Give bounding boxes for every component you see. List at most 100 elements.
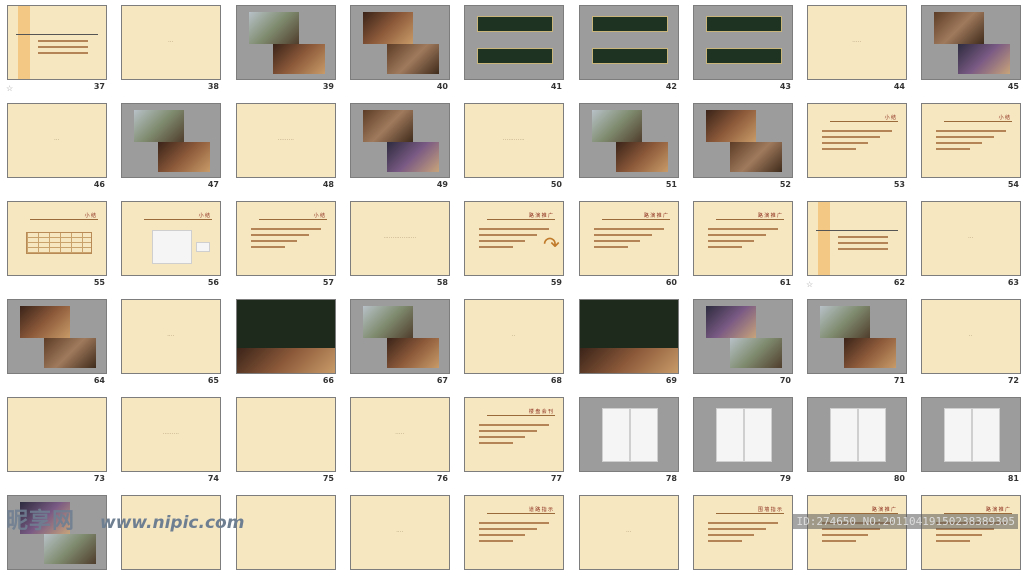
- slide-photo: [134, 110, 184, 142]
- slide-thumbnail[interactable]: [693, 299, 793, 374]
- transition-star-icon: ☆: [6, 84, 14, 93]
- slide-caption: 小 结: [998, 115, 1010, 121]
- slide-thumbnail[interactable]: 路 演 推 广 ↷: [464, 201, 564, 276]
- slide-thumbnail[interactable]: 路 演 推 广: [807, 495, 907, 570]
- slide-thumbnail[interactable]: [7, 299, 107, 374]
- slide-text-lines: [479, 228, 549, 252]
- slide-thumbnail[interactable]: ············: [464, 103, 564, 178]
- watermark-logo: 昵享网: [6, 509, 76, 534]
- slide-caption: 小 结: [84, 213, 96, 219]
- slide-thumbnail[interactable]: [350, 103, 450, 178]
- slide-thumbnail[interactable]: [693, 5, 793, 80]
- slide-thumbnail[interactable]: ···: [579, 495, 679, 570]
- slide-number: 50: [550, 180, 562, 189]
- slide-cell: 小 结 53: [800, 98, 914, 195]
- slide-book-page-right: [630, 408, 658, 462]
- slide-thumbnail[interactable]: [236, 299, 336, 374]
- slide-photo: [958, 44, 1010, 74]
- slide-thumbnail[interactable]: [921, 397, 1021, 472]
- slide-book-page-left: [830, 408, 858, 462]
- slide-thumbnail[interactable]: ···: [121, 5, 221, 80]
- slide-thumbnail[interactable]: [236, 495, 336, 570]
- slide-thumbnail[interactable]: ··················: [350, 201, 450, 276]
- slide-mini-title: ···: [54, 137, 60, 142]
- slide-timeline-band: [818, 202, 830, 275]
- slide-number: 37: [93, 82, 105, 91]
- slide-thumbnail[interactable]: [693, 103, 793, 178]
- slide-cell: 78: [572, 392, 686, 489]
- slide-mini-title: ···: [968, 235, 974, 240]
- slide-mini-title: ··: [969, 333, 973, 338]
- slide-thumbnail[interactable]: [121, 103, 221, 178]
- slide-number: 79: [779, 474, 791, 483]
- slide-number: 76: [436, 474, 448, 483]
- slide-thumbnail[interactable]: 小 结: [121, 201, 221, 276]
- slide-thumbnail[interactable]: [807, 201, 907, 276]
- slide-cell: 路 演 推 广 60: [572, 196, 686, 293]
- slide-book-page-right: [744, 408, 772, 462]
- slide-thumbnail[interactable]: ····: [121, 299, 221, 374]
- slide-thumbnail[interactable]: ·····: [350, 397, 450, 472]
- slide-cell: 45: [914, 0, 1024, 97]
- slide-thumbnail[interactable]: ····: [350, 495, 450, 570]
- slide-thumbnail[interactable]: 小 结: [921, 103, 1021, 178]
- slide-cell: 道 路 指 示: [457, 490, 571, 587]
- slide-banner-bottom: [706, 48, 782, 64]
- slide-thumbnail[interactable]: 路 演 推 广: [921, 495, 1021, 570]
- slide-caption: 围 墙 指 示: [757, 507, 782, 513]
- slide-thumbnail[interactable]: 小 结: [236, 201, 336, 276]
- slide-thumbnail[interactable]: 围 墙 指 示: [693, 495, 793, 570]
- slide-thumbnail[interactable]: [464, 5, 564, 80]
- slide-caption: 小 结: [198, 213, 210, 219]
- slide-mini-title: ·····: [395, 431, 405, 436]
- slide-cell: 64: [0, 294, 114, 391]
- slide-thumbnail[interactable]: [807, 397, 907, 472]
- slide-thumbnail[interactable]: ·········: [121, 397, 221, 472]
- slide-thumbnail[interactable]: ·········: [236, 103, 336, 178]
- slide-thumbnail[interactable]: 楼 盘 会 刊: [464, 397, 564, 472]
- slide-thumbnail[interactable]: ·····: [807, 5, 907, 80]
- slide-number: 40: [436, 82, 448, 91]
- slide-mini-title: ···: [626, 529, 632, 534]
- slide-thumbnail[interactable]: [350, 5, 450, 80]
- slide-mini-title: ·········: [277, 137, 295, 142]
- slide-thumbnail[interactable]: ··: [464, 299, 564, 374]
- slide-thumbnail[interactable]: [579, 103, 679, 178]
- slide-thumbnail[interactable]: ···: [921, 201, 1021, 276]
- slide-thumbnail[interactable]: ··: [921, 299, 1021, 374]
- slide-mini-title: ····: [396, 529, 404, 534]
- slide-cell: 75: [229, 392, 343, 489]
- slide-cell: 52: [686, 98, 800, 195]
- slide-cell: 41: [457, 0, 571, 97]
- slide-thumbnail[interactable]: [579, 5, 679, 80]
- slide-banner-top: [706, 16, 782, 32]
- slide-thumbnail[interactable]: 小 结: [7, 201, 107, 276]
- slide-number: 71: [893, 376, 905, 385]
- slide-thumbnail[interactable]: [350, 299, 450, 374]
- slide-thumbnail[interactable]: 小 结: [807, 103, 907, 178]
- slide-caption-rule: [487, 513, 555, 514]
- slide-caption: 路 演 推 广: [757, 213, 782, 219]
- slide-number: 46: [93, 180, 105, 189]
- slide-thumbnail[interactable]: [7, 397, 107, 472]
- slide-photo: [363, 110, 413, 142]
- slide-thumbnail[interactable]: [807, 299, 907, 374]
- slide-thumbnail[interactable]: 路 演 推 广: [693, 201, 793, 276]
- slide-mini-title: ············: [503, 137, 525, 142]
- slide-thumbnail[interactable]: [236, 5, 336, 80]
- slide-thumbnail[interactable]: 路 演 推 广: [579, 201, 679, 276]
- slide-thumbnail[interactable]: 道 路 指 示: [464, 495, 564, 570]
- slide-cell: 路 演 推 广: [914, 490, 1024, 587]
- slide-photo: [273, 44, 325, 74]
- slide-thumbnail[interactable]: [7, 5, 107, 80]
- slide-number: 77: [550, 474, 562, 483]
- slide-mini-title: ·········: [162, 431, 180, 436]
- slide-photo: [387, 338, 439, 368]
- slide-thumbnail[interactable]: [579, 299, 679, 374]
- slide-thumbnail[interactable]: [693, 397, 793, 472]
- slide-cell: 路 演 推 广 ↷ 59: [457, 196, 571, 293]
- slide-thumbnail[interactable]: [921, 5, 1021, 80]
- slide-thumbnail[interactable]: ···: [7, 103, 107, 178]
- slide-thumbnail[interactable]: [579, 397, 679, 472]
- slide-thumbnail[interactable]: [236, 397, 336, 472]
